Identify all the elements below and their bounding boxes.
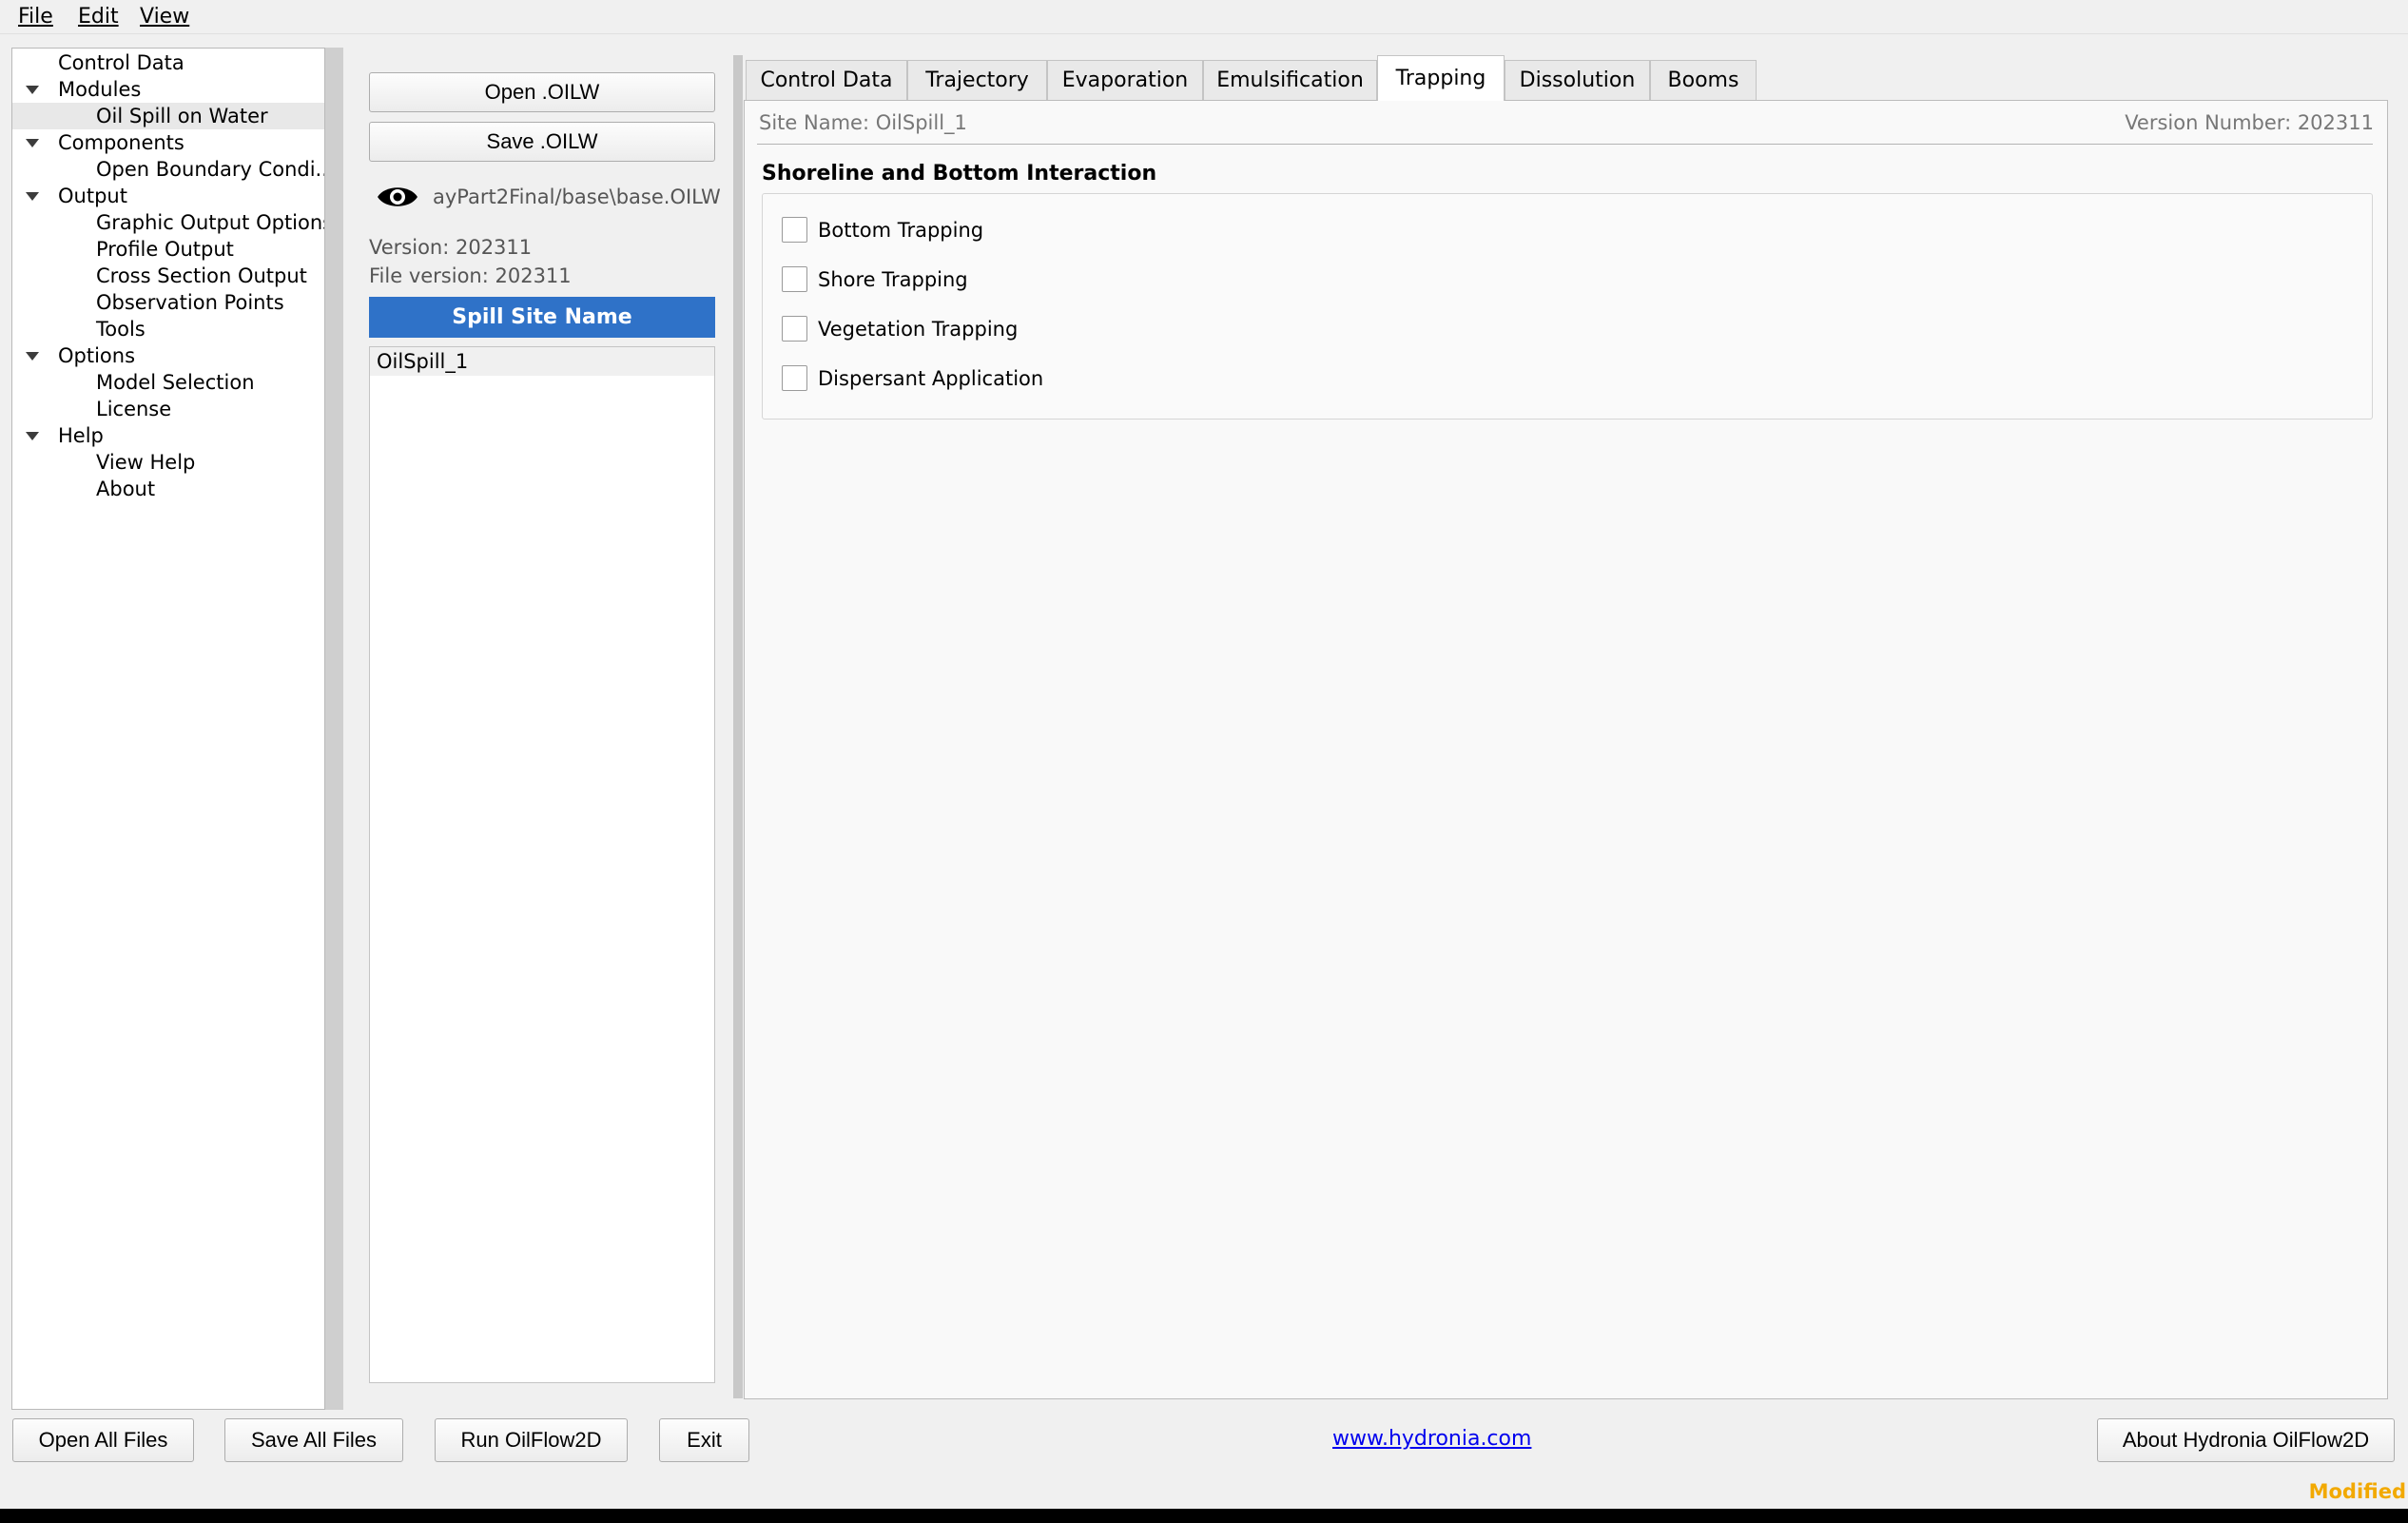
tree-item-label: Model Selection <box>96 371 255 394</box>
tree-item-modules[interactable]: Modules <box>12 76 324 103</box>
expand-arrow-icon[interactable] <box>26 192 39 201</box>
tree-item-label: Profile Output <box>96 238 234 261</box>
menu-edit[interactable]: Edit <box>78 4 119 30</box>
tree-item-license[interactable]: License <box>12 396 324 422</box>
tree-item-label: Help <box>58 424 104 447</box>
tree-item-tools[interactable]: Tools <box>12 316 324 342</box>
version-number-label: Version Number: 202311 <box>2125 111 2374 134</box>
tab-emulsification[interactable]: Emulsification <box>1203 60 1377 100</box>
tree-item-cross-section-output[interactable]: Cross Section Output <box>12 263 324 289</box>
menu-file[interactable]: File <box>18 4 53 30</box>
tab-trajectory[interactable]: Trajectory <box>907 60 1047 100</box>
tree-item-label: Observation Points <box>96 291 284 314</box>
vegetation-trapping-checkbox[interactable] <box>782 316 807 342</box>
tree-item-options[interactable]: Options <box>12 342 324 369</box>
list-item[interactable]: OilSpill_1 <box>370 347 714 376</box>
tree-item-label: Oil Spill on Water <box>96 105 268 127</box>
tab-dissolution[interactable]: Dissolution <box>1505 60 1650 100</box>
spill-site-name-header[interactable]: Spill Site Name <box>369 297 715 338</box>
save-oilw-button[interactable]: Save .OILW <box>369 122 715 162</box>
tree-item-help[interactable]: Help <box>12 422 324 449</box>
tab-evaporation[interactable]: Evaporation <box>1047 60 1203 100</box>
save-all-files-button[interactable]: Save All Files <box>224 1418 403 1462</box>
tree-item-control-data[interactable]: Control Data <box>12 49 324 76</box>
checkbox-label[interactable]: Shore Trapping <box>818 266 968 293</box>
dispersant-application-checkbox[interactable] <box>782 365 807 391</box>
tree-item-label: Components <box>58 131 184 154</box>
tree-item-output[interactable]: Output <box>12 183 324 209</box>
tree-item-view-help[interactable]: View Help <box>12 449 324 476</box>
tree-item-label: Control Data <box>58 51 184 74</box>
checkbox-label[interactable]: Vegetation Trapping <box>818 316 1018 342</box>
header-divider <box>757 144 2373 145</box>
bottom-trapping-checkbox[interactable] <box>782 217 807 243</box>
tree-scrollbar[interactable] <box>325 48 343 1410</box>
expand-arrow-icon[interactable] <box>26 352 39 361</box>
checkbox-label[interactable]: Bottom Trapping <box>818 217 983 244</box>
tree-item-label: View Help <box>96 451 196 474</box>
tab-control-data[interactable]: Control Data <box>746 60 907 100</box>
exit-button[interactable]: Exit <box>659 1418 749 1462</box>
open-oilw-button[interactable]: Open .OILW <box>369 72 715 112</box>
tree-item-model-selection[interactable]: Model Selection <box>12 369 324 396</box>
panel-splitter[interactable] <box>733 55 743 1398</box>
spill-site-list[interactable]: OilSpill_1 <box>369 346 715 1383</box>
tree-item-label: Tools <box>96 318 146 341</box>
tree-item-graphic-output-options[interactable]: Graphic Output Options <box>12 209 324 236</box>
expand-arrow-icon[interactable] <box>26 432 39 440</box>
tree-item-components[interactable]: Components <box>12 129 324 156</box>
tree-item-label: Cross Section Output <box>96 264 307 287</box>
tree-item-label: Open Boundary Condi... <box>96 158 324 181</box>
site-name-label: Site Name: OilSpill_1 <box>759 111 967 134</box>
tree-item-about[interactable]: About <box>12 476 324 502</box>
menu-edit-label: Edit <box>78 5 119 29</box>
file-path: ayPart2Final/base\base.OILW <box>433 185 721 208</box>
tree-item-label: Output <box>58 185 127 207</box>
tab-trapping[interactable]: Trapping <box>1377 55 1505 101</box>
tree-item-open-boundary-conditions[interactable]: Open Boundary Condi... <box>12 156 324 183</box>
open-all-files-button[interactable]: Open All Files <box>12 1418 194 1462</box>
status-text: Modified <box>2308 1480 2406 1503</box>
section-title: Shoreline and Bottom Interaction <box>762 162 1157 185</box>
window-bottom-edge <box>0 1509 2408 1523</box>
navigation-tree[interactable]: Control Data Modules Oil Spill on Water … <box>11 48 325 1410</box>
file-version-text: File version: 202311 <box>369 264 572 287</box>
tree-item-label: License <box>96 398 172 420</box>
tree-item-label: Options <box>58 344 136 367</box>
shore-trapping-checkbox[interactable] <box>782 266 807 292</box>
menu-bar: File Edit View <box>0 0 2408 34</box>
tree-item-label: Graphic Output Options <box>96 211 324 234</box>
eye-icon[interactable] <box>376 182 419 212</box>
tree-item-label: About <box>96 478 156 500</box>
checkbox-label[interactable]: Dispersant Application <box>818 365 1043 392</box>
menu-view[interactable]: View <box>140 4 189 30</box>
tree-item-observation-points[interactable]: Observation Points <box>12 289 324 316</box>
about-hydronia-oilflow2d-button[interactable]: About Hydronia OilFlow2D <box>2097 1418 2395 1462</box>
expand-arrow-icon[interactable] <box>26 139 39 147</box>
version-text: Version: 202311 <box>369 236 533 259</box>
tree-item-oil-spill-on-water[interactable]: Oil Spill on Water <box>12 103 324 129</box>
tree-item-profile-output[interactable]: Profile Output <box>12 236 324 263</box>
menu-view-label: View <box>140 5 190 29</box>
hydronia-website-link[interactable]: www.hydronia.com <box>1332 1427 1531 1451</box>
run-oilflow2d-button[interactable]: Run OilFlow2D <box>435 1418 628 1462</box>
tab-booms[interactable]: Booms <box>1650 60 1757 100</box>
expand-arrow-icon[interactable] <box>26 86 39 94</box>
menu-file-label: File <box>18 5 53 29</box>
tree-item-label: Modules <box>58 78 142 101</box>
